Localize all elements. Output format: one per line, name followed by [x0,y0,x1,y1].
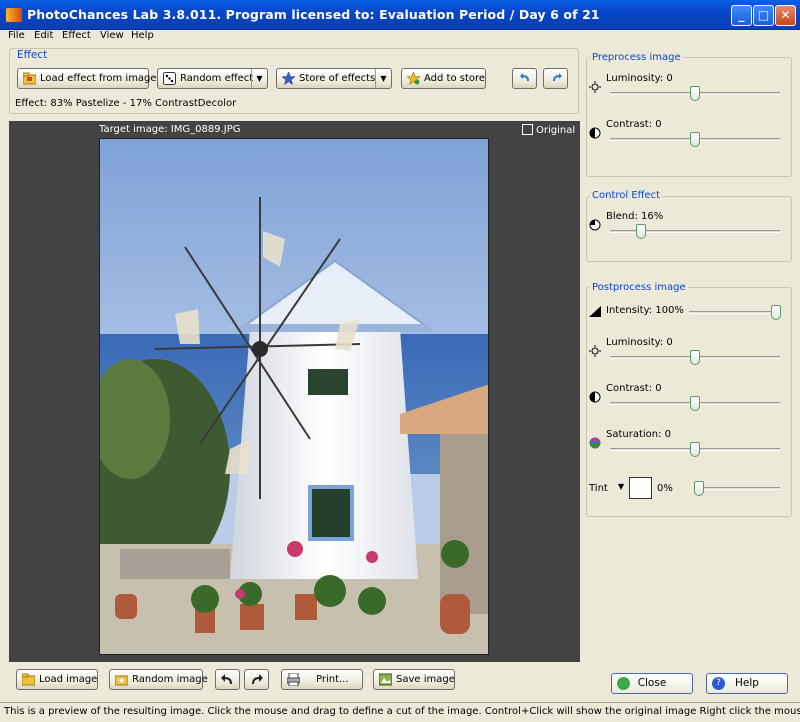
close-label: Close [637,677,667,689]
menu-file[interactable]: File [8,30,25,41]
saturation-icon [589,437,601,449]
post-contrast-icon [589,391,601,403]
store-of-effects-button[interactable]: Store of effects ▼ [276,68,392,89]
pre-contrast-thumb[interactable] [690,132,700,147]
tint-slider[interactable] [695,487,780,490]
tint-percent: 0% [657,483,673,494]
tint-color-swatch[interactable] [629,477,652,499]
preview-image[interactable] [99,138,489,655]
title-bar: PhotoChances Lab 3.8.011. Program licens… [0,0,800,30]
load-image-label: Load image [39,674,98,685]
undo-arrow-icon [221,673,234,686]
checkbox-icon[interactable] [522,124,533,135]
menu-effect[interactable]: Effect [62,30,91,41]
help-button[interactable]: ? Help [706,673,788,694]
menu-view[interactable]: View [100,30,124,41]
save-image-button[interactable]: Save image [373,669,455,690]
store-of-effects-label: Store of effects [299,73,376,84]
dice-icon [163,72,176,85]
control-effect-label: Control Effect [590,190,663,201]
check-icon [617,677,630,690]
intensity-thumb[interactable] [771,305,781,320]
effect-description: Effect: 83% Pastelize - 17% ContrastDeco… [15,98,237,109]
load-image-button[interactable]: Load image [16,669,98,690]
random-effect-label: Random effect [180,73,254,84]
postprocess-label: Postprocess image [590,282,688,293]
redo-arrow-icon [250,673,263,686]
add-to-store-label: Add to store [424,73,486,84]
close-window-button[interactable]: ✕ [775,5,796,26]
post-luminosity-icon [589,345,601,357]
saturation-thumb[interactable] [690,442,700,457]
undo-image-button[interactable] [215,669,240,690]
saturation-label: Saturation: 0 [606,429,672,440]
store-dropdown-icon[interactable]: ▼ [375,69,391,88]
tint-thumb[interactable] [694,481,704,496]
window-title: PhotoChances Lab 3.8.011. Program licens… [27,7,600,22]
star-icon [281,71,296,86]
undo-effect-button[interactable] [512,68,537,89]
post-luminosity-thumb[interactable] [690,350,700,365]
control-effect-panel [586,196,792,262]
load-effect-label: Load effect from image [40,73,157,84]
pre-luminosity-label: Luminosity: 0 [606,73,673,84]
load-effect-button[interactable]: Load effect from image [17,68,157,89]
menu-help[interactable]: Help [131,30,154,41]
printer-icon [286,672,301,687]
save-image-icon [378,673,393,686]
luminosity-icon [589,81,601,93]
blend-thumb[interactable] [636,224,646,239]
folder-icon [22,72,37,85]
intensity-slider[interactable] [689,311,780,314]
intensity-label: Intensity: 100% [606,305,684,316]
random-effect-button[interactable]: Random effect ▼ [157,68,268,89]
post-contrast-thumb[interactable] [690,396,700,411]
star-add-icon [406,71,421,86]
post-luminosity-label: Luminosity: 0 [606,337,673,348]
minimize-button[interactable]: _ [731,5,752,26]
close-button[interactable]: Close [611,673,693,694]
undo-icon [519,72,532,85]
target-image-label: Target image: IMG_0889.JPG [99,124,241,135]
random-image-label: Random image [132,674,208,685]
save-image-label: Save image [396,674,455,685]
windmill-photo [100,139,488,654]
print-button[interactable]: Print... [281,669,363,690]
random-effect-dropdown-icon[interactable]: ▼ [251,69,267,88]
help-icon: ? [712,677,725,690]
original-checkbox[interactable]: Original [522,124,575,136]
folder-open-icon [21,673,36,686]
tint-label: Tint [589,483,608,494]
redo-icon [550,72,563,85]
status-bar: This is a preview of the resulting image… [0,702,800,722]
print-label: Print... [316,674,349,685]
intensity-icon [589,306,601,318]
blend-label: Blend: 16% [606,211,664,222]
redo-effect-button[interactable] [543,68,568,89]
app-icon [6,8,22,22]
redo-image-button[interactable] [244,669,269,690]
pre-contrast-label: Contrast: 0 [606,119,662,130]
menu-edit[interactable]: Edit [34,30,53,41]
menu-bar: File Edit Effect View Help [0,30,800,44]
contrast-icon [589,127,601,139]
random-image-button[interactable]: Random image [109,669,208,690]
tint-dropdown-icon[interactable]: ▼ [618,482,624,491]
blend-icon [589,219,601,231]
pre-luminosity-thumb[interactable] [690,86,700,101]
preprocess-label: Preprocess image [590,52,683,63]
random-folder-icon [114,673,129,686]
post-contrast-label: Contrast: 0 [606,383,662,394]
original-label: Original [536,125,576,136]
effect-group-label: Effect [14,49,51,61]
maximize-button[interactable]: □ [753,5,774,26]
add-to-store-button[interactable]: Add to store [401,68,486,89]
help-label: Help [735,677,759,689]
